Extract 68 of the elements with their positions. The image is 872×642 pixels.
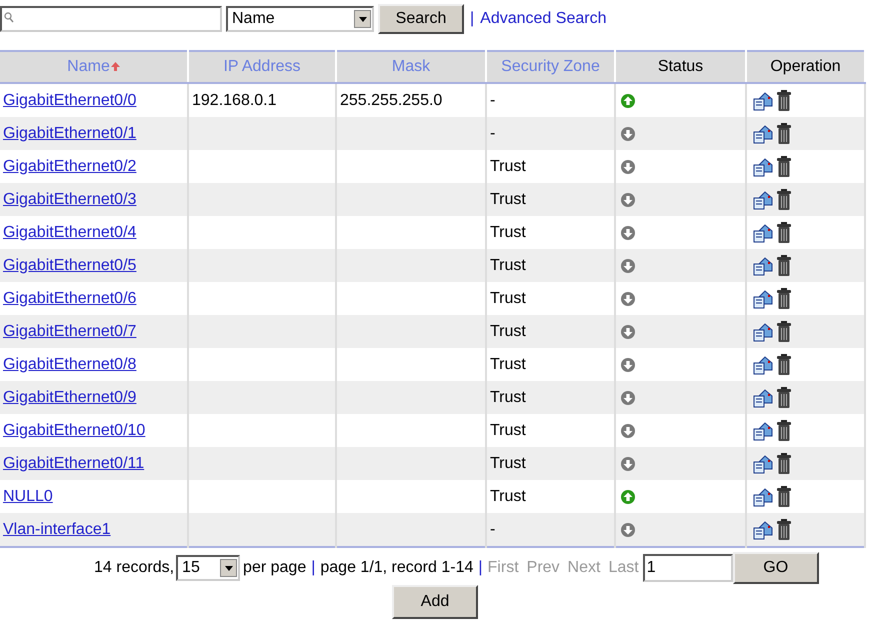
edit-icon[interactable] [753,256,773,276]
edit-icon[interactable] [753,222,773,242]
edit-icon[interactable] [753,420,773,440]
interface-link[interactable]: GigabitEthernet0/2 [3,158,136,174]
separator: | [311,559,316,577]
edit-icon[interactable] [753,354,773,374]
column-header: Operation [746,51,865,83]
trash-icon[interactable] [777,387,791,408]
trash-icon[interactable] [777,189,791,210]
go-button[interactable]: GO [732,552,819,584]
table-cell: 255.255.255.0 [340,92,442,108]
interface-link[interactable]: GigabitEthernet0/8 [3,356,136,372]
add-button[interactable]: Add [392,585,478,619]
table-cell: Trust [490,158,526,174]
table-cell: Trust [490,190,526,208]
edit-icon[interactable] [753,288,773,308]
edit-icon[interactable] [753,520,773,540]
edit-icon[interactable] [753,90,773,110]
separator: | [470,10,474,28]
edit-icon[interactable] [753,454,773,474]
table-cell: - [490,92,496,108]
table-cell: Trust [490,356,526,372]
trash-icon[interactable] [777,90,791,111]
interface-link[interactable]: GigabitEthernet0/10 [3,422,146,438]
interface-link[interactable]: GigabitEthernet0/0 [3,92,136,108]
interface-link[interactable]: NULL0 [3,488,53,504]
edit-icon[interactable] [753,156,773,176]
trash-icon[interactable] [777,288,791,309]
table-cell: Trust [490,322,526,340]
table-cell: Trust [490,422,526,438]
per-page-label: per page [243,559,306,577]
trash-icon[interactable] [777,519,791,540]
edit-icon[interactable] [753,190,773,210]
table-cell: Trust [490,290,526,306]
table-cell: Trust [490,454,526,472]
trash-icon[interactable] [777,222,791,243]
table-cell: - [490,520,496,538]
trash-icon[interactable] [777,321,791,342]
trash-icon[interactable] [777,123,791,144]
search-field[interactable] [0,6,222,32]
table-cell: Trust [490,488,526,504]
page-info: page 1/1, record 1-14 [320,559,474,577]
separator: | [478,559,483,577]
search-icon [4,12,14,22]
trash-icon[interactable] [777,420,791,441]
page-number-field[interactable]: 1 [642,554,733,582]
table-cell: Trust [490,388,526,406]
per-page-dropdown[interactable]: 15 [176,555,240,581]
table-cell: 192.168.0.1 [192,92,277,108]
trash-icon[interactable] [777,156,791,177]
edit-icon[interactable] [753,124,773,144]
trash-icon[interactable] [777,255,791,276]
search-button[interactable]: Search [378,4,464,34]
advanced-search-link[interactable]: Advanced Search [480,10,606,28]
edit-icon[interactable] [753,486,773,506]
trash-icon[interactable] [777,453,791,474]
interface-link[interactable]: GigabitEthernet0/6 [3,290,136,306]
column-header: Status [615,51,746,83]
interface-link[interactable]: GigabitEthernet0/4 [3,224,136,240]
edit-icon[interactable] [753,322,773,342]
trash-icon[interactable] [777,354,791,375]
field-dropdown[interactable]: Name [226,6,374,32]
edit-icon[interactable] [753,388,773,408]
table-cell: Trust [490,256,526,274]
table-cell: - [490,124,496,142]
trash-icon[interactable] [777,486,791,507]
record-count: 14 records, [94,559,174,577]
table-cell: Trust [490,224,526,240]
